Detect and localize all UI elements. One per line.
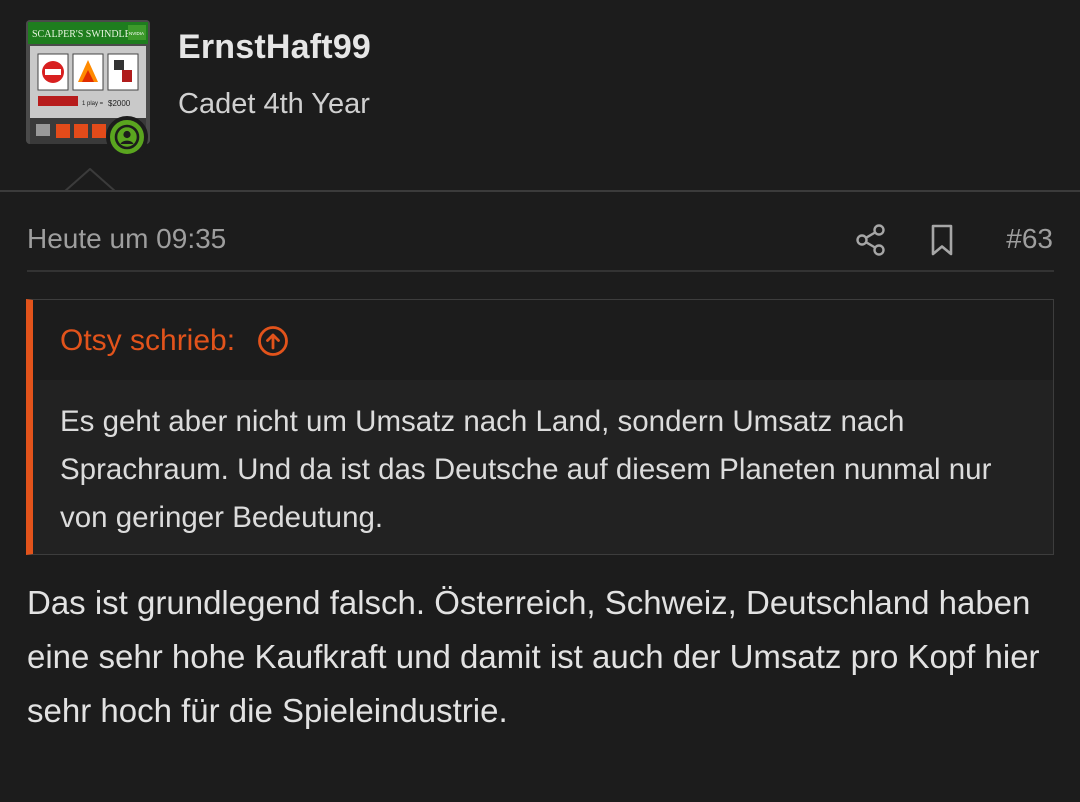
post-meta-row: Heute um 09:35 #63	[0, 215, 1080, 267]
forum-post-page: SCALPER'S SWINDLE NVIDIA 1 play = $2000	[0, 0, 1080, 802]
avatar-banner-text: SCALPER'S SWINDLE	[32, 29, 131, 40]
post-timestamp[interactable]: Heute um 09:35	[27, 223, 226, 255]
avatar-play-text: 1 play =	[82, 101, 104, 107]
arrow-up-circle-icon[interactable]	[257, 325, 289, 357]
quote-text: Es geht aber nicht um Umsatz nach Land, …	[33, 380, 1053, 554]
user-title: Cadet 4th Year	[178, 88, 370, 120]
quote-author[interactable]: Otsy schrieb:	[60, 324, 235, 358]
post-user-header: SCALPER'S SWINDLE NVIDIA 1 play = $2000	[0, 0, 1080, 194]
quote-block: Otsy schrieb: Es geht aber nicht um Umsa…	[26, 299, 1054, 555]
avatar-brand-text: NVIDIA	[129, 31, 144, 36]
post-number-link[interactable]: #63	[1006, 223, 1053, 255]
user-icon	[114, 124, 140, 150]
post-body-text: Das ist grundlegend falsch. Österreich, …	[27, 584, 1040, 729]
quote-header[interactable]: Otsy schrieb:	[33, 300, 1053, 381]
online-status-badge	[106, 116, 148, 158]
bookmark-icon[interactable]	[926, 223, 958, 257]
avatar-price-text: $2000	[108, 99, 131, 108]
header-divider	[0, 190, 1080, 192]
meta-divider	[27, 270, 1054, 272]
username[interactable]: ErnstHaft99	[178, 28, 371, 67]
share-icon[interactable]	[854, 223, 888, 257]
